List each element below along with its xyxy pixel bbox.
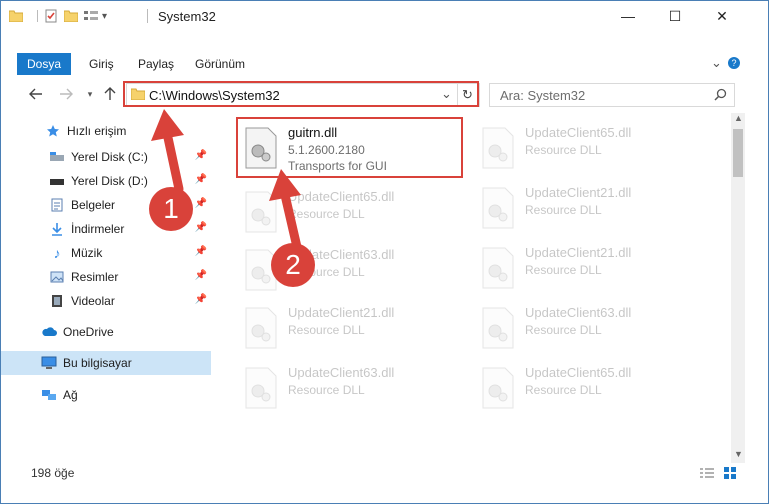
explorer-window: ▾ System32 — ☐ ✕ Dosya Giriş Paylaş Görü… <box>0 0 769 504</box>
arrow-1 <box>151 109 184 194</box>
arrow-2 <box>269 169 302 252</box>
annotation-arrows <box>151 109 302 252</box>
step-badge-2: 2 <box>271 243 315 287</box>
step-badge-1: 1 <box>149 187 193 231</box>
